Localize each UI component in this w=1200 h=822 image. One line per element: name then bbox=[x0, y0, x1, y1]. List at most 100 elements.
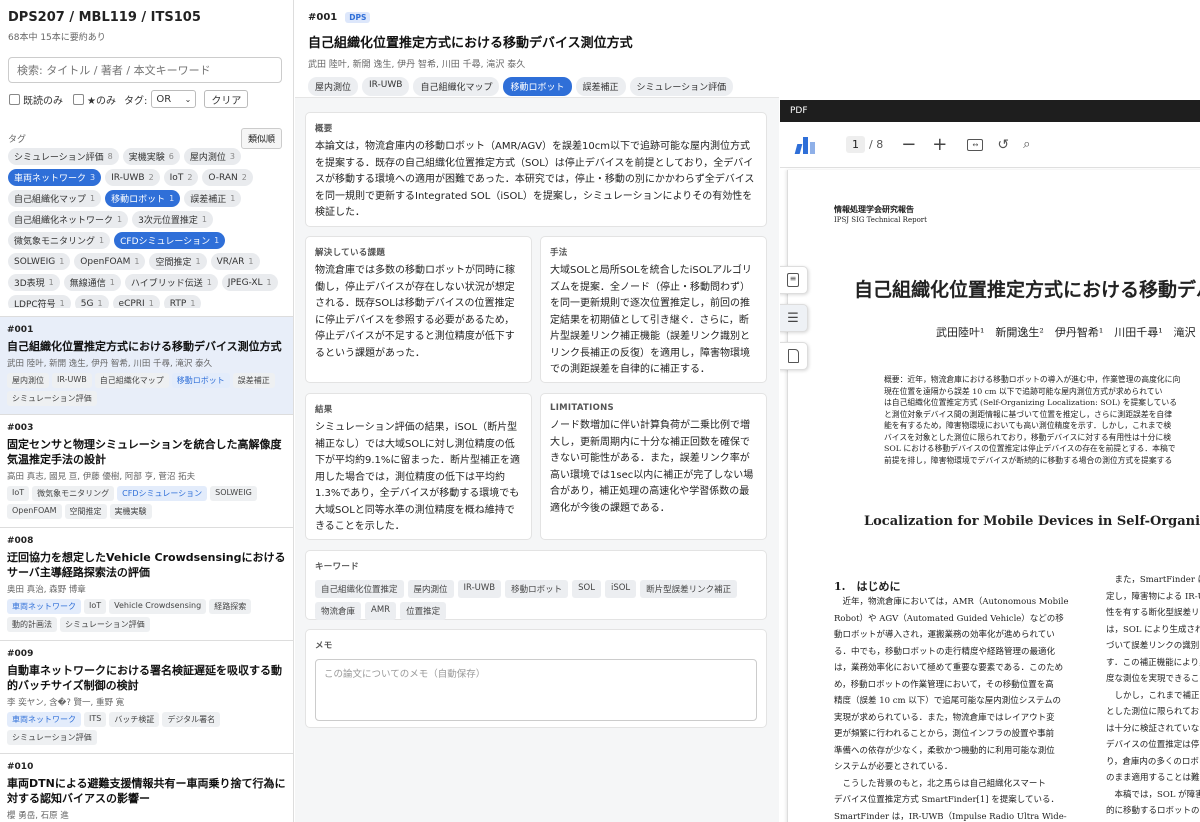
tag-chip-label: IR-UWB bbox=[111, 172, 145, 183]
tag-chip[interactable]: JPEG-XL 1 bbox=[221, 274, 278, 291]
memo-textarea[interactable]: この論文についてのメモ（自動保存） bbox=[315, 659, 757, 721]
result-label: 結果 bbox=[315, 405, 333, 415]
tag-chip[interactable]: 実機実験 6 bbox=[122, 148, 180, 165]
detail-tag[interactable]: 誤差補正 bbox=[575, 77, 626, 96]
pdf-viewer: PDF 1 / 8 − + ↔ ↺ ⌕ 情報処理学会研究報告 IPSJ SIG … bbox=[780, 0, 1200, 822]
tag-mode-select[interactable]: OR ⌄ bbox=[151, 90, 197, 108]
tag-chip[interactable]: OpenFOAM 1 bbox=[74, 253, 146, 270]
document-icon[interactable] bbox=[780, 342, 808, 370]
paper-item-id: #003 bbox=[7, 423, 34, 433]
search-input[interactable] bbox=[8, 57, 282, 83]
pdf-text-line: は，業務効率化において極めて重要な要素である．このため bbox=[834, 663, 1064, 673]
keyword-chip[interactable]: IR-UWB bbox=[457, 580, 502, 598]
paper-detail-pane: #001 DPS 自己組織化位置推定方式における移動デバイス測位方式 武田 陸叶,… bbox=[295, 0, 779, 822]
detail-tag[interactable]: 屋内測位 bbox=[308, 77, 359, 96]
app-window: DPS207 / MBL119 / ITS105 68本中 15本に要約あり 既… bbox=[0, 0, 1200, 822]
tag-chip[interactable]: 3D表現 1 bbox=[8, 274, 60, 291]
method-label: 手法 bbox=[550, 248, 568, 258]
paper-item-tag: 微気象モニタリング bbox=[32, 486, 115, 501]
tag-chip-count: 1 bbox=[195, 257, 201, 266]
paper-item-tag: ITS bbox=[84, 712, 107, 727]
tag-chip[interactable]: ハイブリッド伝送 1 bbox=[124, 274, 218, 291]
tag-chip-label: JPEG-XL bbox=[227, 277, 263, 288]
tag-chip[interactable]: eCPRI 1 bbox=[112, 295, 160, 308]
keyword-chip[interactable]: SOL bbox=[572, 580, 601, 598]
paper-list-item[interactable]: #009 自動車ネットワークにおける署名検証遅延を吸収する動的バッチサイズ制御の検… bbox=[0, 640, 293, 753]
tag-chip[interactable]: 微気象モニタリング 1 bbox=[8, 232, 111, 249]
pdf-text-line: しかし，これまで補正 bbox=[1106, 690, 1200, 701]
zoom-out-icon[interactable]: − bbox=[901, 134, 916, 155]
paper-item-tag: IR-UWB bbox=[52, 373, 92, 388]
tag-chip-count: 1 bbox=[90, 194, 96, 203]
star-only-checkbox[interactable] bbox=[73, 93, 84, 105]
tag-chip-count: 3 bbox=[229, 152, 235, 161]
tag-chip[interactable]: 自己組織化ネットワーク 1 bbox=[8, 211, 129, 228]
pdf-text-line: デバイスの位置推定は停 bbox=[1106, 740, 1200, 750]
sort-similar-button[interactable]: 類似順 bbox=[240, 128, 282, 149]
page-number-input[interactable]: 1 bbox=[846, 136, 865, 153]
tag-chip-count: 2 bbox=[148, 173, 154, 182]
tag-chip[interactable]: 3次元位置推定 1 bbox=[132, 211, 213, 228]
tag-chip[interactable]: LDPC符号 1 bbox=[8, 295, 71, 308]
paper-list-item[interactable]: #001 自己組織化位置推定方式における移動デバイス測位方式 武田 陸叶, 新開 逸… bbox=[0, 316, 293, 414]
keyword-chip[interactable]: AMR bbox=[365, 602, 397, 620]
tag-chip-count: 1 bbox=[97, 299, 103, 308]
pdf-text-line: 精度（誤差 10 cm 以下）で追尾可能な屋内測位システムの bbox=[834, 696, 1061, 706]
tag-chip-count: 1 bbox=[201, 215, 207, 224]
paper-list-item[interactable]: #008 迂回協力を想定したVehicle Crowdsensingにおけるサーバ… bbox=[0, 527, 293, 640]
fit-width-icon[interactable]: ↔ bbox=[967, 138, 984, 151]
pdf-text-line: こうした背景のもと，北之馬らは自己組織化スマート bbox=[834, 778, 1046, 789]
pdf-text-line: Robot）や AGV（Automated Guided Vehicle）などの… bbox=[834, 613, 1064, 624]
keyword-chip[interactable]: 移動ロボット bbox=[505, 580, 569, 598]
tag-chip[interactable]: O-RAN 2 bbox=[202, 169, 253, 186]
tag-chip[interactable]: 5G 1 bbox=[74, 295, 109, 308]
tag-chip[interactable]: 空間推定 1 bbox=[149, 253, 207, 270]
pdf-text-line: 実現が求められている．また，物流倉庫ではレイアウト変 bbox=[834, 712, 1055, 723]
detail-tag[interactable]: IR-UWB bbox=[362, 77, 410, 96]
search-icon[interactable]: ⌕ bbox=[1023, 137, 1030, 152]
tag-chip[interactable]: 無線通信 1 bbox=[63, 274, 121, 291]
tag-chip[interactable]: CFDシミュレーション 1 bbox=[114, 232, 226, 249]
tag-chip-label: SOLWEIG bbox=[14, 256, 56, 267]
tag-chip[interactable]: 自己組織化マップ 1 bbox=[8, 190, 102, 207]
sidebar-title: DPS207 / MBL119 / ITS105 bbox=[8, 10, 201, 25]
tag-chip[interactable]: シミュレーション評価 8 bbox=[8, 148, 119, 165]
tag-chip[interactable]: IoT 2 bbox=[163, 169, 199, 186]
keyword-chip[interactable]: 断片型誤差リンク補正 bbox=[640, 580, 738, 598]
read-only-checkbox[interactable] bbox=[9, 93, 20, 105]
tag-chip-label: 空間推定 bbox=[155, 258, 192, 268]
zoom-in-icon[interactable]: + bbox=[932, 134, 947, 155]
sidebar-header: DPS207 / MBL119 / ITS105 68本中 15本に要約あり bbox=[0, 0, 293, 46]
tag-chip[interactable]: 屋内測位 3 bbox=[183, 148, 241, 165]
tag-chip[interactable]: 車両ネットワーク 3 bbox=[8, 169, 102, 186]
outline-list-icon[interactable]: ☰ bbox=[780, 304, 808, 332]
paper-list: #001 自己組織化位置推定方式における移動デバイス測位方式 武田 陸叶, 新開 逸… bbox=[0, 316, 293, 822]
tag-chip[interactable]: 移動ロボット 1 bbox=[105, 190, 181, 207]
paper-tags: 屋内測位 IR-UWB 自己組織化マップ 移動ロボット 誤差補正 シミュレーション評価 bbox=[308, 77, 766, 96]
keyword-chip[interactable]: 位置推定 bbox=[400, 602, 447, 620]
star-only-label: ★のみ bbox=[87, 95, 116, 107]
memo-card: メモ この論文についてのメモ（自動保存） bbox=[305, 629, 767, 728]
detail-tag[interactable]: 自己組織化マップ bbox=[413, 77, 500, 96]
rotate-icon[interactable]: ↺ bbox=[997, 137, 1009, 153]
paper-item-tags: IoT 微気象モニタリング CFDシミュレーション SOLWEIG OpenFOAM 空間… bbox=[7, 486, 287, 519]
paper-item-title: 自動車ネットワークにおける署名検証遅延を吸収する動的バッチサイズ制御の検討 bbox=[7, 664, 282, 692]
tag-chip[interactable]: SOLWEIG 1 bbox=[8, 253, 71, 270]
keyword-chip[interactable]: 物流倉庫 bbox=[315, 602, 362, 620]
pdf-text-line: づいて誤差リンクの識別 bbox=[1106, 641, 1200, 651]
detail-tag[interactable]: シミュレーション評価 bbox=[629, 77, 734, 96]
tag-chip[interactable]: VR/AR 1 bbox=[210, 253, 260, 270]
paper-list-item[interactable]: #010 車両DTNによる避難支援情報共有ー車両乗り捨て行為に対する認知バイアスの… bbox=[0, 753, 293, 822]
pdf-text-line: 本稿では，SOL が障害 bbox=[1106, 789, 1200, 800]
keyword-chip[interactable]: iSOL bbox=[604, 580, 637, 598]
keyword-chip[interactable]: 自己組織化位置推定 bbox=[315, 580, 404, 598]
tag-chip[interactable]: IR-UWB 2 bbox=[105, 169, 160, 186]
tag-chip[interactable]: 誤差補正 1 bbox=[184, 190, 242, 207]
clear-button[interactable]: クリア bbox=[204, 90, 249, 108]
tag-chip-label: 移動ロボット bbox=[111, 195, 166, 205]
summary-panel-icon[interactable]: ≡ bbox=[780, 266, 808, 294]
tag-chip[interactable]: RTP 1 bbox=[163, 295, 202, 308]
paper-list-item[interactable]: #003 固定センサと物理シミュレーションを統合した高解像度気温推定手法の設計 高田… bbox=[0, 414, 293, 527]
detail-tag[interactable]: 移動ロボット bbox=[503, 77, 572, 96]
keyword-chip[interactable]: 屋内測位 bbox=[407, 580, 454, 598]
